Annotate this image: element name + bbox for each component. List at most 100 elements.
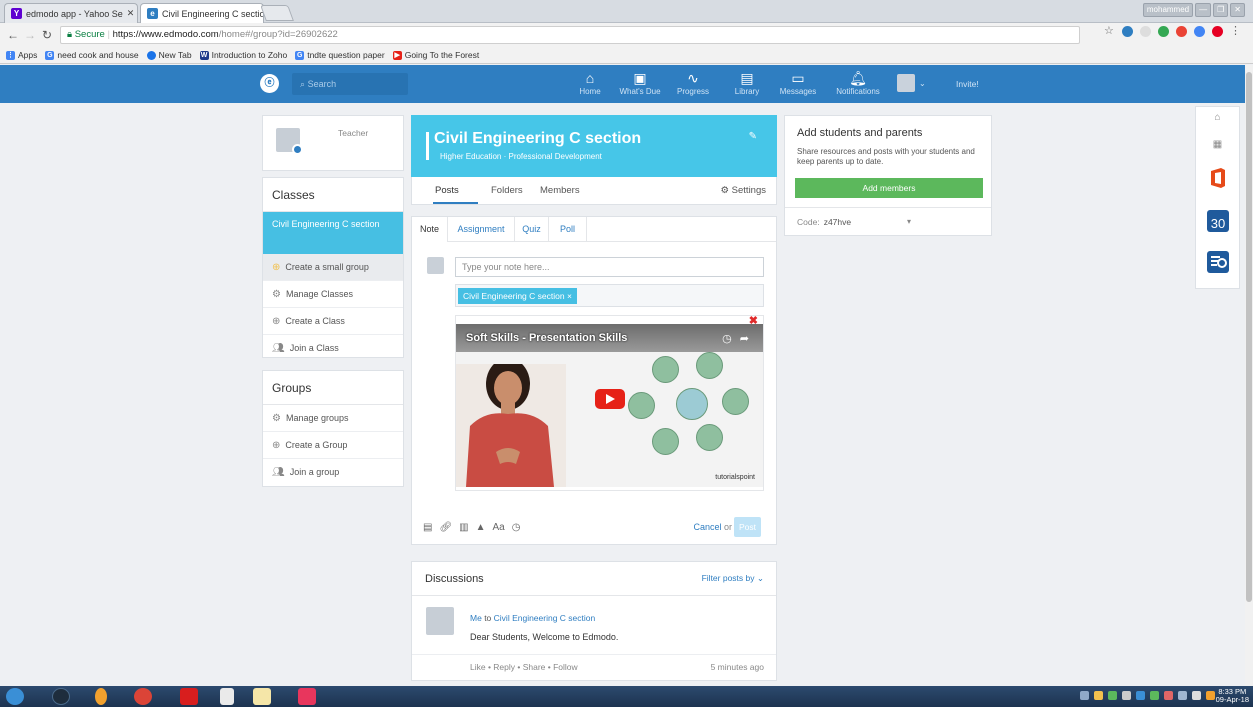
- volume-icon[interactable]: [1192, 691, 1201, 700]
- chevron-down-icon[interactable]: ⌄: [919, 79, 926, 88]
- explorer-taskbar-icon[interactable]: [253, 688, 271, 705]
- camera-icon[interactable]: [292, 144, 303, 155]
- post-button[interactable]: Post: [734, 517, 761, 537]
- user-avatar[interactable]: [897, 74, 915, 92]
- new-tab-button[interactable]: [260, 5, 294, 21]
- note-input[interactable]: Type your note here...: [455, 257, 764, 277]
- scrollbar-thumb[interactable]: [1246, 72, 1252, 602]
- browser-tab-yahoo[interactable]: Y edmodo app - Yahoo Se ✕: [4, 3, 138, 23]
- clock-icon[interactable]: ◷: [722, 332, 732, 345]
- drive-icon[interactable]: ▲: [476, 522, 486, 533]
- nav-messages[interactable]: ▭ Messages: [776, 70, 820, 96]
- share-icon[interactable]: ➦: [740, 332, 749, 345]
- tray-icon[interactable]: [1164, 691, 1173, 700]
- edmodo-logo[interactable]: ⓔ: [260, 74, 279, 93]
- chrome-taskbar-icon[interactable]: [134, 688, 152, 705]
- extension-icon[interactable]: [1194, 26, 1205, 37]
- bookmark-item[interactable]: W Introduction to Zoho: [199, 50, 287, 60]
- apps-grid-icon[interactable]: ▦: [1196, 139, 1239, 150]
- tab-folders[interactable]: Folders: [491, 185, 523, 196]
- extension-icon[interactable]: [1122, 26, 1133, 37]
- post-group-link[interactable]: Civil Engineering C section: [494, 613, 596, 623]
- tray-icon[interactable]: [1080, 691, 1089, 700]
- flag-icon[interactable]: [1122, 691, 1131, 700]
- edit-icon[interactable]: ✎: [749, 131, 757, 142]
- sidebar-item-manage-groups[interactable]: ⚙ Manage groups: [263, 405, 403, 432]
- tab-note[interactable]: Note: [412, 217, 448, 242]
- search-input[interactable]: ⌕ Search: [292, 73, 408, 95]
- taskbar-app-icon[interactable]: [95, 688, 107, 705]
- play-button[interactable]: [595, 389, 625, 409]
- user-chip[interactable]: mohammed: [1142, 3, 1194, 17]
- sidebar-item-join-class[interactable]: 👥︎ Join a Class: [263, 335, 403, 362]
- taskbar-app-icon[interactable]: [52, 688, 70, 705]
- sidebar-item-civil-engineering[interactable]: Civil Engineering C section: [263, 212, 403, 254]
- network-icon[interactable]: [1150, 691, 1159, 700]
- sidebar-item-create-group[interactable]: ⊕ Create a Group: [263, 432, 403, 459]
- bookmark-item[interactable]: Gtndte question paper: [295, 50, 385, 60]
- url-input[interactable]: 🔒︎ Secure | https://www.edmodo.com/home#…: [60, 26, 1080, 44]
- sidebar-item-create-class[interactable]: ⊕ Create a Class: [263, 308, 403, 335]
- video-player[interactable]: Soft Skills - Presentation Skills ◷ ➦ tu…: [456, 324, 763, 487]
- menu-icon[interactable]: ⋮: [1230, 26, 1241, 37]
- sidebar-item-create-small-group[interactable]: ⊕ Create a small group: [263, 254, 403, 281]
- close-icon[interactable]: ×: [567, 291, 572, 301]
- bookmark-apps[interactable]: ⋮ Apps: [6, 50, 37, 60]
- nav-library[interactable]: ▤ Library: [725, 70, 769, 96]
- back-icon[interactable]: ←: [6, 28, 20, 42]
- taskbar-app-icon[interactable]: [298, 688, 316, 705]
- bookmark-item[interactable]: New Tab: [146, 50, 192, 60]
- post-author[interactable]: Me: [470, 613, 482, 623]
- settings-button[interactable]: ⚙ Settings: [721, 185, 766, 196]
- sidebar-item-join-group[interactable]: 👥︎ Join a group: [263, 459, 403, 486]
- star-icon[interactable]: ☆: [1104, 26, 1115, 37]
- pinterest-icon[interactable]: [1212, 26, 1223, 37]
- post-actions[interactable]: Like • Reply • Share • Follow: [470, 662, 578, 672]
- extension-icon[interactable]: [1158, 26, 1169, 37]
- tray-icon[interactable]: [1178, 691, 1187, 700]
- recipient-chip[interactable]: Civil Engineering C section ×: [458, 288, 577, 304]
- close-window-icon[interactable]: ✕: [1230, 3, 1245, 17]
- nav-notifications[interactable]: 🔔︎ Notifications: [831, 70, 885, 96]
- link-icon[interactable]: 🔗︎: [439, 522, 452, 533]
- tray-icon[interactable]: [1206, 691, 1215, 700]
- tab-posts[interactable]: Posts: [435, 185, 459, 196]
- close-tab-icon[interactable]: ✕: [123, 8, 135, 19]
- tab-quiz[interactable]: Quiz: [515, 217, 549, 242]
- store-icon[interactable]: ⌂: [1196, 112, 1239, 123]
- tray-icon[interactable]: [1108, 691, 1117, 700]
- file-taskbar-icon[interactable]: [220, 688, 234, 705]
- extension-icon[interactable]: [1176, 26, 1187, 37]
- recipients-field[interactable]: Civil Engineering C section ×: [455, 284, 764, 307]
- invite-link[interactable]: Invite!: [956, 79, 979, 89]
- schedule-icon[interactable]: ◷: [512, 522, 521, 533]
- nav-home[interactable]: ⌂ Home: [568, 70, 612, 96]
- add-members-button[interactable]: Add members: [795, 178, 983, 198]
- opera-taskbar-icon[interactable]: [180, 688, 198, 705]
- taskbar-clock[interactable]: 8:33 PM 09-Apr-18: [1216, 688, 1249, 704]
- forward-icon[interactable]: →: [23, 28, 37, 42]
- tab-assignment[interactable]: Assignment: [448, 217, 515, 242]
- extension-icon[interactable]: [1140, 26, 1151, 37]
- bookmark-item[interactable]: Gneed cook and house: [45, 50, 139, 60]
- file-icon[interactable]: ▤: [423, 522, 432, 533]
- minimize-icon[interactable]: —: [1195, 3, 1212, 17]
- filter-posts-dropdown[interactable]: Filter posts by ⌄: [702, 573, 764, 584]
- browser-tab-edmodo[interactable]: e Civil Engineering C sectio ✕: [140, 3, 264, 23]
- start-button[interactable]: [6, 688, 24, 705]
- avatar[interactable]: [276, 128, 303, 155]
- avatar[interactable]: [426, 607, 454, 635]
- tray-icon[interactable]: [1094, 691, 1103, 700]
- calendar-app-icon[interactable]: 30: [1196, 207, 1239, 236]
- restore-icon[interactable]: ❐: [1213, 3, 1229, 17]
- sidebar-item-manage-classes[interactable]: ⚙ Manage Classes: [263, 281, 403, 308]
- reload-icon[interactable]: ↻: [40, 28, 54, 42]
- tab-members[interactable]: Members: [540, 185, 580, 196]
- nav-whats-due[interactable]: ▣ What's Due: [618, 70, 662, 96]
- tray-icon[interactable]: [1136, 691, 1145, 700]
- font-icon[interactable]: Aa: [493, 522, 505, 533]
- cancel-link[interactable]: Cancel or: [693, 522, 732, 532]
- bookmark-item[interactable]: ▶ Going To the Forest: [392, 50, 479, 60]
- nav-progress[interactable]: ∿ Progress: [671, 70, 715, 96]
- tab-poll[interactable]: Poll: [549, 217, 587, 242]
